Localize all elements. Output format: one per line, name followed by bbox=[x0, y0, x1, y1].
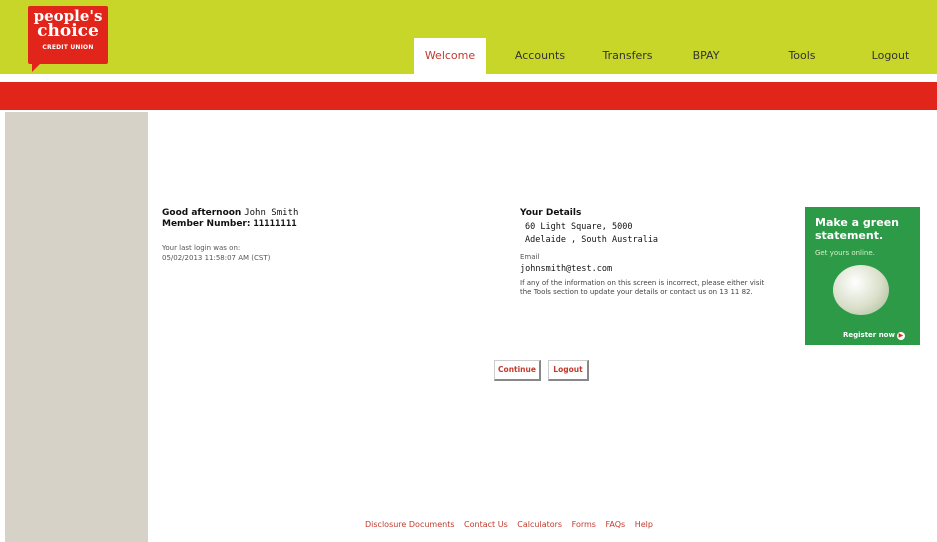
red-divider-bar bbox=[0, 82, 937, 110]
details-title: Your Details bbox=[520, 208, 582, 218]
ad-subtext: Get yours online. bbox=[815, 249, 875, 257]
nav-tab-logout[interactable]: Logout bbox=[858, 38, 923, 74]
nav-tab-accounts[interactable]: Accounts bbox=[500, 38, 580, 74]
footer-link-contact[interactable]: Contact Us bbox=[464, 520, 508, 529]
member-number: 11111111 bbox=[253, 219, 297, 229]
address-line1: 60 Light Square, 5000 bbox=[525, 222, 633, 232]
brand-logo[interactable]: people's choice CREDIT UNION bbox=[28, 6, 108, 72]
footer-link-forms[interactable]: Forms bbox=[572, 520, 596, 529]
footer-links: Disclosure Documents Contact Us Calculat… bbox=[365, 520, 660, 529]
member-name: John Smith bbox=[244, 208, 299, 218]
nav-tab-welcome[interactable]: Welcome bbox=[414, 38, 486, 74]
address-line2: Adelaide , South Australia bbox=[525, 235, 659, 245]
logo-line3: CREDIT UNION bbox=[42, 44, 94, 51]
last-login-label: Your last login was on: bbox=[162, 244, 241, 252]
logo-line2: choice bbox=[37, 21, 99, 41]
footer-link-help[interactable]: Help bbox=[635, 520, 653, 529]
address: 60 Light Square, 5000 Adelaide , South A… bbox=[525, 221, 780, 247]
left-sidebar bbox=[5, 112, 148, 542]
details-note: If any of the information on this screen… bbox=[520, 279, 765, 296]
ad-headline: Make a green statement. bbox=[815, 216, 899, 242]
header-bar: people's choice CREDIT UNION Welcome Acc… bbox=[0, 0, 937, 74]
ad-register-link[interactable]: Register now ▶ bbox=[843, 331, 905, 340]
ad-cta-label: Register now bbox=[843, 331, 895, 339]
nav-tab-bpay[interactable]: BPAY bbox=[676, 38, 736, 74]
crumpled-paper-image bbox=[833, 265, 889, 315]
email-value: johnsmith@test.com bbox=[520, 264, 613, 274]
nav-tab-transfers[interactable]: Transfers bbox=[590, 38, 665, 74]
member-number-label: Member Number: bbox=[162, 219, 251, 229]
your-details-panel: Your Details 60 Light Square, 5000 Adela… bbox=[520, 208, 780, 297]
nav-tab-tools[interactable]: Tools bbox=[776, 38, 828, 74]
footer-link-faqs[interactable]: FAQs bbox=[606, 520, 626, 529]
logout-button[interactable]: Logout bbox=[548, 360, 589, 381]
last-login-block: Your last login was on: 05/02/2013 11:58… bbox=[162, 243, 270, 263]
greeting-prefix: Good afternoon bbox=[162, 208, 242, 218]
arrow-right-icon: ▶ bbox=[896, 332, 905, 340]
green-statement-ad[interactable]: Make a green statement. Get yours online… bbox=[805, 207, 920, 345]
logo-speech-tail bbox=[32, 64, 40, 72]
greeting-block: Good afternoon John Smith Member Number:… bbox=[162, 208, 298, 230]
email-label: Email bbox=[520, 253, 540, 261]
continue-button[interactable]: Continue bbox=[494, 360, 541, 381]
last-login-value: 05/02/2013 11:58:07 AM (CST) bbox=[162, 254, 271, 262]
footer-link-calculators[interactable]: Calculators bbox=[517, 520, 562, 529]
footer-link-disclosure[interactable]: Disclosure Documents bbox=[365, 520, 455, 529]
